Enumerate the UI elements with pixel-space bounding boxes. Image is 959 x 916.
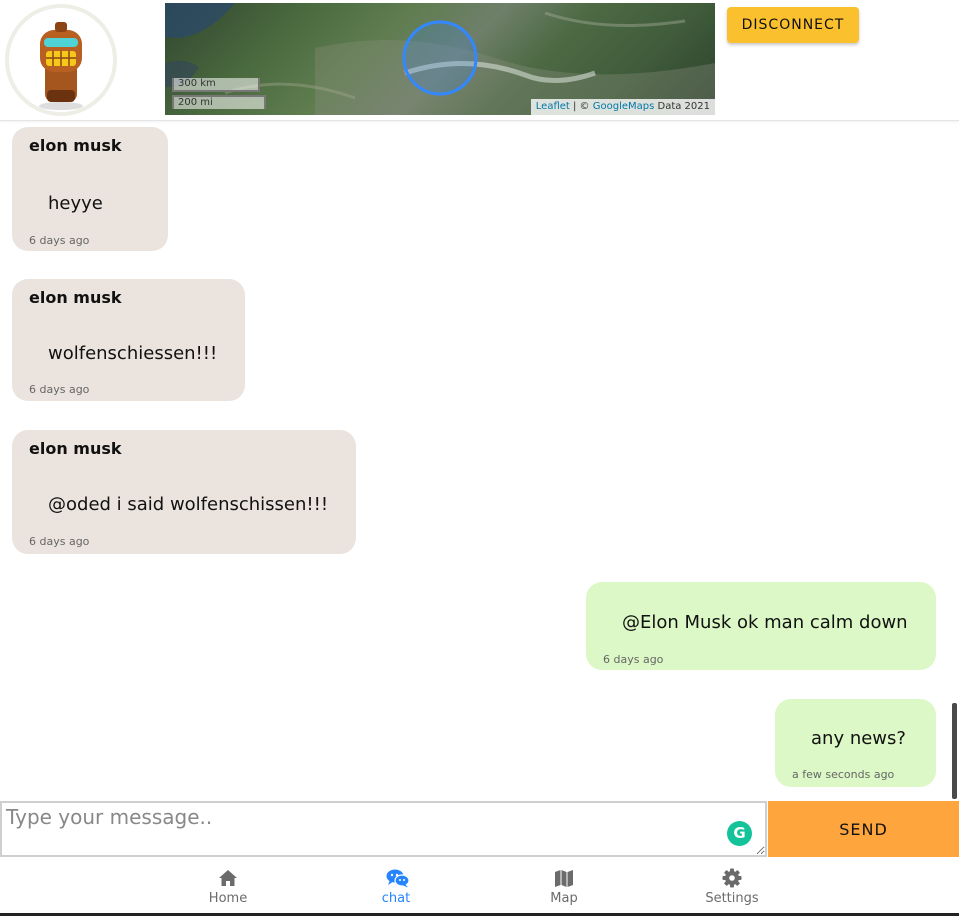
message-text: @Elon Musk ok man calm down [622,612,908,633]
message-bubble-own: @Elon Musk ok man calm down 6 days ago [586,582,936,670]
attribution-separator: | © [569,101,593,112]
googlemaps-link[interactable]: GoogleMaps [593,101,655,112]
message-text: @oded i said wolfenschissen!!! [48,494,329,515]
nav-label: Home [208,891,248,906]
scrollbar-thumb[interactable] [952,703,957,799]
leaflet-link[interactable]: Leaflet [536,101,570,112]
attribution-data: Data 2021 [654,101,710,112]
grammarly-icon[interactable]: G [727,821,752,846]
bottom-nav: Home chat Map Settings [0,857,959,916]
nav-label: chat [381,891,411,906]
scale-mi: 200 mi [172,95,266,109]
message-sender: elon musk [29,136,122,155]
message-bubble: elon musk wolfenschiessen!!! 6 days ago [12,279,245,401]
message-bubble-own: any news? a few seconds ago [775,699,936,787]
message-text: any news? [811,728,906,749]
map-attribution: Leaflet | © GoogleMaps Data 2021 [530,99,715,115]
nav-home[interactable]: Home [144,857,312,913]
message-bubble: elon musk @oded i said wolfenschissen!!!… [12,430,356,554]
nav-settings[interactable]: Settings [648,857,816,913]
message-time: 6 days ago [29,383,90,396]
nav-label: Map [550,891,578,906]
nav-chat[interactable]: chat [312,857,480,913]
message-text: wolfenschiessen!!! [48,343,218,364]
message-text: heyye [48,193,103,214]
send-button[interactable]: SEND [768,801,959,857]
disconnect-button[interactable]: DISCONNECT [727,7,859,43]
nav-label: Settings [705,891,759,906]
app-root: 300 km 200 mi Leaflet | © GoogleMaps Dat… [0,0,959,916]
robot-avatar-icon [39,22,83,110]
home-icon [219,870,237,886]
gear-icon [722,868,742,888]
chat-icon [386,869,410,888]
message-sender: elon musk [29,439,122,458]
header: 300 km 200 mi Leaflet | © GoogleMaps Dat… [0,0,959,121]
message-bubble: elon musk heyye 6 days ago [12,127,168,251]
avatar[interactable] [5,4,117,116]
message-time: 6 days ago [29,234,90,247]
scale-km: 300 km [172,78,260,92]
location-map[interactable]: 300 km 200 mi Leaflet | © GoogleMaps Dat… [165,3,715,115]
nav-map[interactable]: Map [480,857,648,913]
message-time: a few seconds ago [792,768,895,781]
message-time: 6 days ago [29,535,90,548]
message-list[interactable]: elon musk heyye 6 days ago elon musk wol… [0,121,959,801]
map-icon [555,870,573,887]
message-sender: elon musk [29,288,122,307]
message-input[interactable] [0,801,767,857]
message-time: 6 days ago [603,653,664,666]
message-composer: G SEND [0,801,959,857]
